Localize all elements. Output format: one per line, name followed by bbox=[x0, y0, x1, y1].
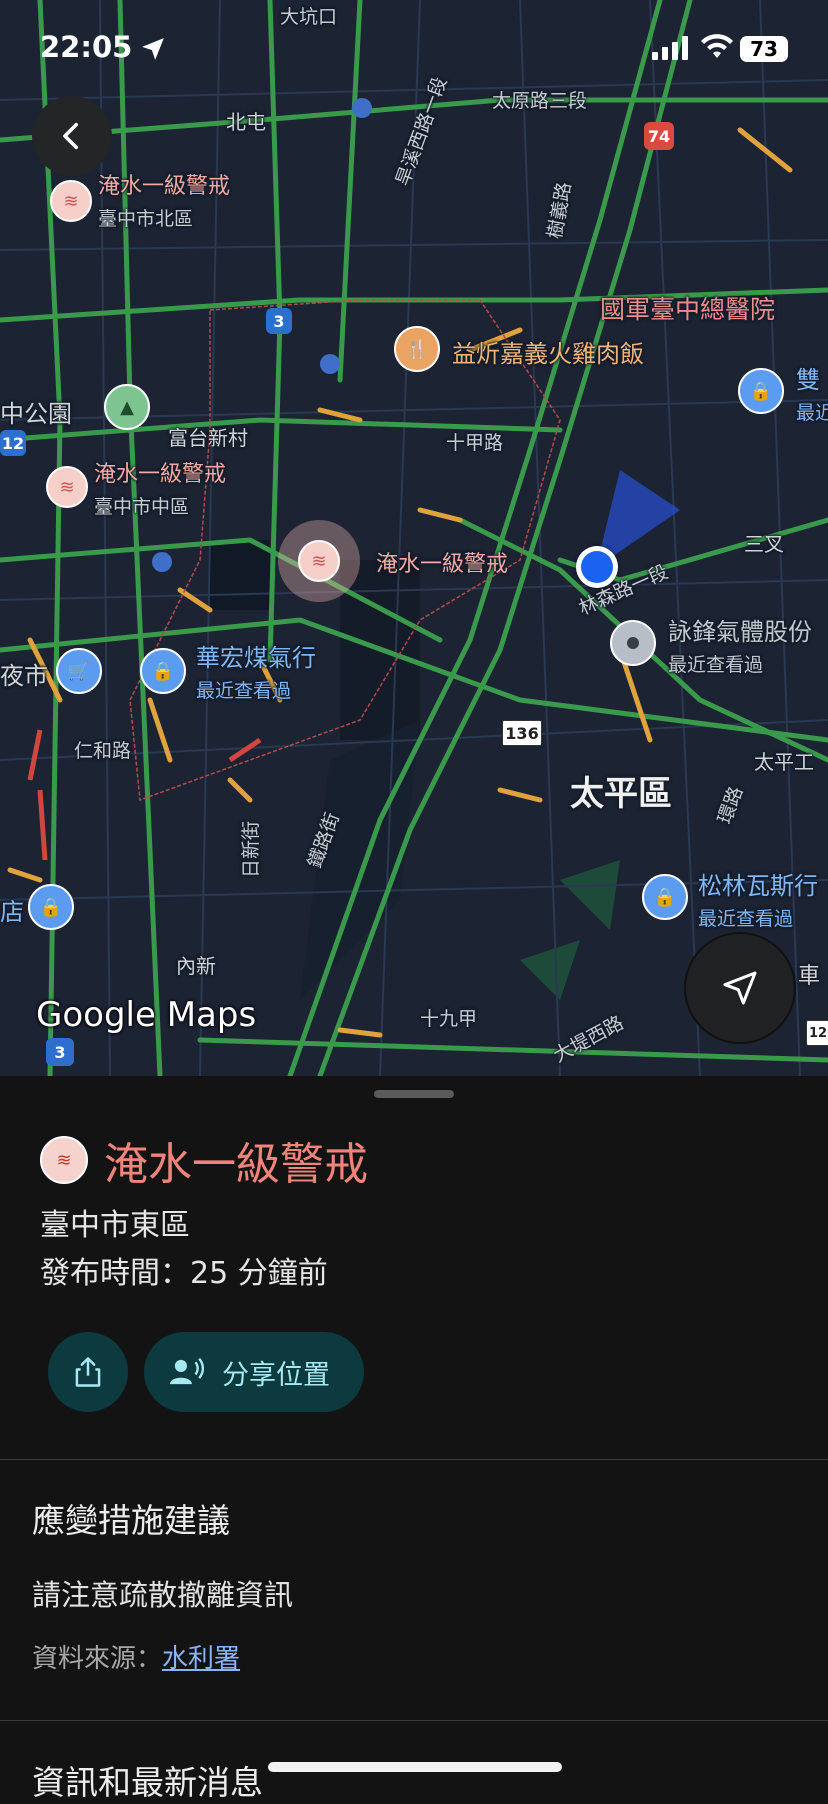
wifi-icon bbox=[700, 34, 734, 64]
poi-name[interactable]: 華宏煤氣行 bbox=[196, 638, 316, 673]
map-label: 仁和路 bbox=[74, 740, 132, 762]
battery-indicator: 73 bbox=[740, 36, 788, 62]
map-label: 十甲路 bbox=[446, 432, 504, 454]
warning-title[interactable]: 淹水一級警戒 bbox=[376, 546, 508, 578]
place-pin-icon[interactable] bbox=[610, 620, 656, 666]
share-location-button[interactable]: 分享位置 bbox=[144, 1332, 364, 1412]
flood-warning-icon[interactable]: ≋ bbox=[298, 540, 340, 582]
shopping-bag-icon[interactable]: 🔒 bbox=[140, 648, 186, 694]
highway-shield: 3 bbox=[266, 308, 292, 334]
poi-name[interactable]: 詠鋒氣體股份 bbox=[668, 612, 812, 647]
share-icon bbox=[75, 1357, 101, 1387]
map-label: 北屯 bbox=[226, 110, 266, 134]
restaurant-icon[interactable]: 🍴 bbox=[394, 326, 440, 372]
highway-shield: 74 bbox=[644, 122, 674, 150]
poi-name[interactable]: 松林瓦斯行 bbox=[698, 866, 818, 901]
map-label: 日新街 bbox=[240, 820, 262, 878]
map-label: 店 bbox=[0, 898, 24, 926]
cellular-signal-icon bbox=[652, 36, 690, 64]
chevron-left-icon bbox=[63, 122, 79, 150]
highway-shield: 3 bbox=[46, 1038, 74, 1066]
district-label: 太平區 bbox=[570, 774, 672, 814]
sheet-title: 淹水一級警戒 bbox=[104, 1139, 368, 1190]
flood-warning-icon[interactable]: ≋ bbox=[46, 466, 88, 508]
shopping-bag-icon[interactable]: 🔒 bbox=[642, 874, 688, 920]
status-time: 22:05 bbox=[40, 30, 133, 64]
map-label: 內新 bbox=[176, 954, 216, 978]
section-title: 應變措施建議 bbox=[32, 1501, 230, 1540]
shopping-bag-icon[interactable]: 🔒 bbox=[28, 884, 74, 930]
shopping-cart-icon[interactable]: 🛒 bbox=[56, 648, 102, 694]
home-indicator[interactable] bbox=[268, 1762, 562, 1772]
map-label: 中公園 bbox=[0, 400, 72, 428]
published-time: 發布時間：25 分鐘前 bbox=[40, 1256, 328, 1291]
map-label: 最近 bbox=[796, 402, 828, 424]
map-label: 富台新村 bbox=[168, 426, 248, 450]
poi-name[interactable]: 益炘嘉義火雞肉飯 bbox=[452, 334, 644, 369]
sheet-drag-handle[interactable] bbox=[374, 1090, 454, 1098]
share-button[interactable] bbox=[48, 1332, 128, 1412]
recommendation-text: 請注意疏散撤離資訊 bbox=[32, 1578, 294, 1612]
warning-district: 臺中市中區 bbox=[94, 496, 190, 518]
person-share-icon bbox=[170, 1357, 204, 1385]
place-sheet[interactable]: ≋ 淹水一級警戒 臺中市東區 發布時間：25 分鐘前 分享位置 應變措施建議 請… bbox=[0, 1076, 828, 1802]
navigation-arrow-icon bbox=[723, 971, 757, 1005]
share-location-label: 分享位置 bbox=[222, 1359, 330, 1391]
map-view[interactable]: 大坑口 北屯 太原路三段 旱溪西路一段 樹義路 富台新村 十甲路 三叉 仁和路 … bbox=[0, 0, 828, 1076]
train-station-icon[interactable] bbox=[152, 552, 172, 572]
map-label: 太原路三段 bbox=[492, 90, 588, 112]
highway-shield: 136 bbox=[502, 720, 542, 746]
data-source: 資料來源：水利署 bbox=[32, 1638, 240, 1675]
warning-title[interactable]: 淹水一級警戒 bbox=[94, 456, 226, 488]
map-label: 車 bbox=[798, 964, 821, 989]
train-station-icon[interactable] bbox=[320, 354, 340, 374]
shopping-bag-icon[interactable]: 🔒 bbox=[738, 368, 784, 414]
flood-warning-icon: ≋ bbox=[40, 1136, 88, 1184]
train-station-icon[interactable] bbox=[352, 98, 372, 118]
poi-sub: 最近查看過 bbox=[196, 680, 292, 702]
my-location-button[interactable] bbox=[684, 932, 796, 1044]
current-location-dot bbox=[576, 546, 618, 588]
source-link[interactable]: 水利署 bbox=[162, 1644, 240, 1674]
highway-shield: 12 bbox=[0, 430, 26, 456]
warning-title[interactable]: 淹水一級警戒 bbox=[98, 168, 230, 200]
district-text: 臺中市東區 bbox=[40, 1208, 190, 1243]
poi-sub: 最近查看過 bbox=[668, 654, 764, 676]
divider bbox=[0, 1459, 828, 1460]
highway-shield: 12 bbox=[806, 1020, 828, 1046]
map-label: 大坑口 bbox=[280, 6, 338, 28]
map-label: 太平工 bbox=[754, 750, 814, 774]
poi-sub: 最近查看過 bbox=[698, 908, 794, 930]
divider bbox=[0, 1720, 828, 1721]
warning-district: 臺中市北區 bbox=[98, 208, 194, 230]
section-title: 資訊和最新消息 bbox=[32, 1763, 263, 1802]
map-label: 十九甲 bbox=[420, 1008, 478, 1030]
back-button[interactable] bbox=[32, 96, 112, 176]
poi-name[interactable]: 國軍臺中總醫院 bbox=[600, 290, 775, 326]
map-label: 三叉 bbox=[744, 532, 784, 556]
map-label: 夜市 bbox=[0, 662, 48, 690]
park-icon[interactable]: ▲ bbox=[104, 384, 150, 430]
google-maps-logo: Google Maps bbox=[36, 995, 257, 1035]
source-prefix: 資料來源： bbox=[32, 1644, 163, 1674]
location-arrow-icon bbox=[140, 36, 166, 66]
flood-warning-icon[interactable]: ≋ bbox=[50, 180, 92, 222]
map-label: 雙 bbox=[796, 366, 820, 394]
